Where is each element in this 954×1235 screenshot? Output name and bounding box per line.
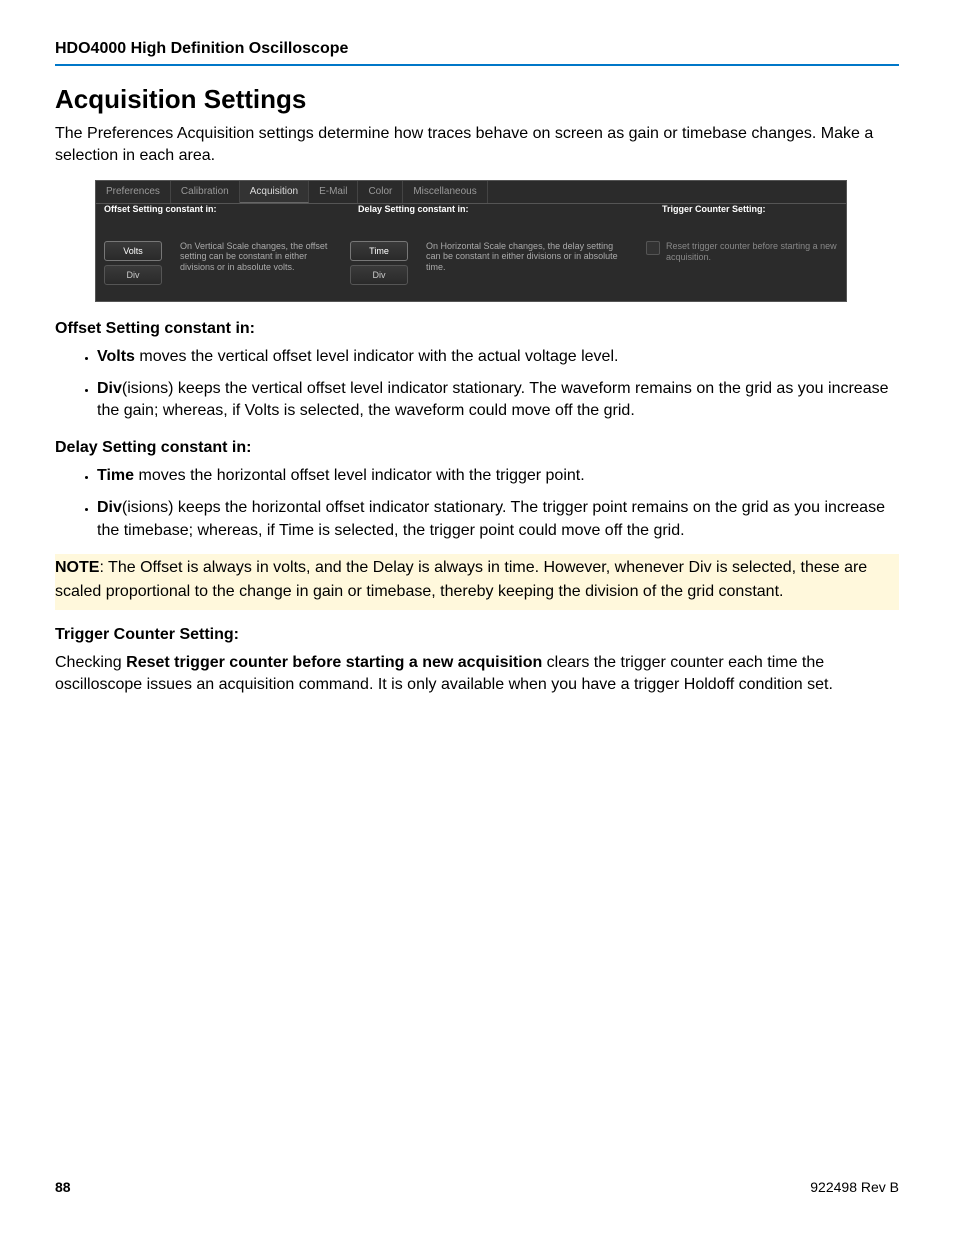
body-text: moves the horizontal offset level indica… — [134, 467, 585, 484]
trigger-section-label: Trigger Counter Setting: — [654, 204, 846, 215]
bold-text: Volts — [97, 348, 135, 365]
checkbox-icon — [646, 241, 660, 255]
bold-text: Div — [97, 380, 122, 397]
note-text: : The Offset is always in volts, and the… — [55, 559, 867, 600]
note-label: NOTE — [55, 559, 99, 576]
body-text: Checking — [55, 654, 126, 671]
list-item: Time moves the horizontal offset level i… — [97, 465, 899, 487]
delay-help-text: On Horizontal Scale changes, the delay s… — [420, 241, 630, 273]
offset-list: Volts moves the vertical offset level in… — [55, 346, 899, 423]
tab-email[interactable]: E-Mail — [309, 181, 358, 203]
tab-preferences[interactable]: Preferences — [96, 181, 171, 203]
delay-time-button[interactable]: Time — [350, 241, 408, 261]
revision-label: 922498 Rev B — [810, 1179, 899, 1195]
delay-section-label: Delay Setting constant in: — [350, 204, 654, 215]
list-item: Volts moves the vertical offset level in… — [97, 346, 899, 368]
intro-text: The Preferences Acquisition settings det… — [55, 123, 899, 168]
offset-section-label: Offset Setting constant in: — [96, 204, 350, 215]
bold-text: Div — [97, 499, 122, 516]
page-title: Acquisition Settings — [55, 84, 899, 115]
bold-text: Time — [97, 467, 134, 484]
body-text: (isions) keeps the vertical offset level… — [97, 380, 889, 419]
reset-trigger-label: Reset trigger counter before starting a … — [666, 241, 838, 264]
tab-color[interactable]: Color — [358, 181, 403, 203]
note-box: NOTE: The Offset is always in volts, and… — [55, 554, 899, 610]
tab-bar: Preferences Calibration Acquisition E-Ma… — [96, 181, 846, 204]
bold-text: Reset trigger counter before starting a … — [126, 654, 542, 671]
trigger-paragraph: Checking Reset trigger counter before st… — [55, 652, 899, 697]
offset-help-text: On Vertical Scale changes, the offset se… — [174, 241, 334, 273]
page-footer: 88 922498 Rev B — [55, 1179, 899, 1195]
tab-acquisition[interactable]: Acquisition — [240, 181, 309, 203]
body-text: (isions) keeps the horizontal offset ind… — [97, 499, 885, 538]
offset-heading: Offset Setting constant in: — [55, 320, 899, 338]
offset-div-button[interactable]: Div — [104, 265, 162, 285]
delay-list: Time moves the horizontal offset level i… — [55, 465, 899, 542]
offset-volts-button[interactable]: Volts — [104, 241, 162, 261]
body-text: moves the vertical offset level indicato… — [135, 348, 619, 365]
list-item: Div(isions) keeps the horizontal offset … — [97, 497, 899, 542]
list-item: Div(isions) keeps the vertical offset le… — [97, 378, 899, 423]
acquisition-dialog: Preferences Calibration Acquisition E-Ma… — [95, 180, 847, 302]
page-number: 88 — [55, 1179, 71, 1195]
reset-trigger-checkbox[interactable]: Reset trigger counter before starting a … — [646, 241, 838, 264]
trigger-heading: Trigger Counter Setting: — [55, 626, 899, 644]
tab-calibration[interactable]: Calibration — [171, 181, 240, 203]
page-header: HDO4000 High Definition Oscilloscope — [55, 40, 899, 66]
delay-div-button[interactable]: Div — [350, 265, 408, 285]
tab-miscellaneous[interactable]: Miscellaneous — [403, 181, 487, 203]
delay-heading: Delay Setting constant in: — [55, 439, 899, 457]
